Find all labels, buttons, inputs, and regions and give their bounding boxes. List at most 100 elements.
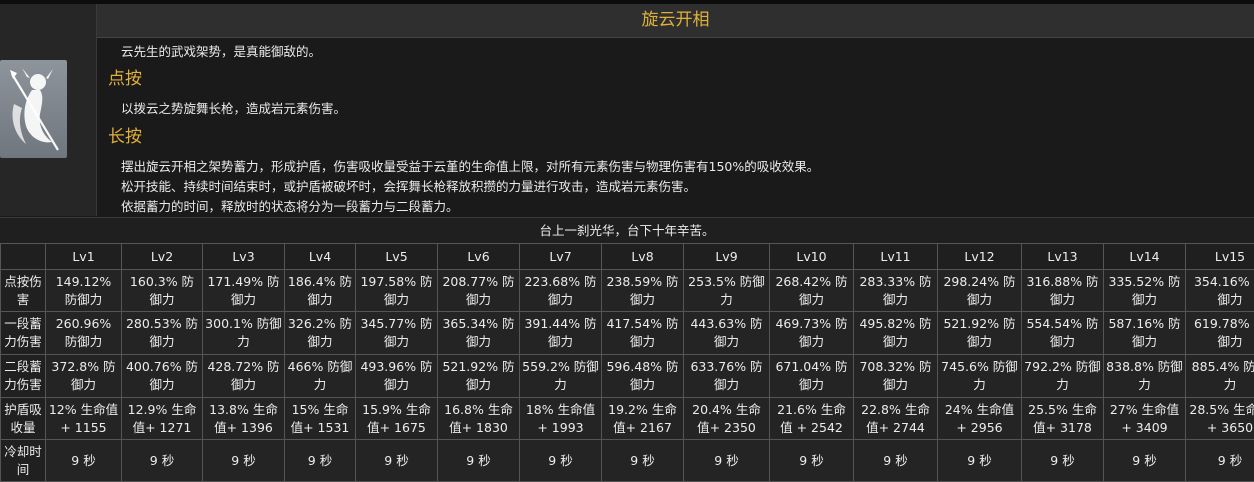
table-row: 点按伤害 149.12% 防御力 160.3% 防御力 171.49% 防御力 186.… xyxy=(0,269,1254,312)
table-cell: 197.58% 防御力 xyxy=(355,269,438,312)
table-cell: 326.2% 防御力 xyxy=(284,311,356,355)
hold-line-2: 松开技能、持续时间结束时，或护盾被破坏时，会挥舞长枪释放积攒的力量进行攻击，造成… xyxy=(121,179,697,194)
table-cell: 260.96% 防御力 xyxy=(45,311,122,355)
table-cell: 16.8% 生命值+ 1830 xyxy=(437,397,520,440)
table-cell: 223.68% 防御力 xyxy=(519,269,602,312)
table-cell: 280.53% 防御力 xyxy=(121,311,203,355)
level-header: Lv2 xyxy=(121,243,203,270)
table-cell: 300.1% 防御力 xyxy=(202,311,285,355)
table-cell: 9 秒 xyxy=(1185,439,1254,482)
table-cell: 9 秒 xyxy=(284,439,356,482)
hold-heading: 长按 xyxy=(108,127,142,147)
skill-intro: 云先生的武戏架势，是真能御敌的。 xyxy=(121,44,322,59)
tap-text: 以拨云之势旋舞长枪，造成岩元素伤害。 xyxy=(121,101,347,116)
level-header: Lv6 xyxy=(437,243,520,270)
table-cell: 354.16% 防御力 xyxy=(1185,269,1254,312)
level-header: Lv14 xyxy=(1103,243,1186,270)
skill-icon-cell xyxy=(0,4,97,216)
table-row: 护盾吸收量 12% 生命值+ 1155 12.9% 生命值+ 1271 13.8% 生… xyxy=(0,397,1254,440)
table-cell: 13.8% 生命值+ 1396 xyxy=(202,397,285,440)
yunjin-spear-icon xyxy=(0,60,67,158)
table-cell: 885.4% 防御力 xyxy=(1185,354,1254,398)
table-cell: 238.59% 防御力 xyxy=(601,269,684,312)
table-cell: 365.34% 防御力 xyxy=(437,311,520,355)
table-cell: 521.92% 防御力 xyxy=(937,311,1022,355)
table-cell: 400.76% 防御力 xyxy=(121,354,203,398)
corner-cell xyxy=(0,243,46,270)
table-cell: 9 秒 xyxy=(202,439,285,482)
table-cell: 9 秒 xyxy=(769,439,854,482)
table-cell: 587.16% 防御力 xyxy=(1103,311,1186,355)
table-cell: 596.48% 防御力 xyxy=(601,354,684,398)
table-cell: 28.5% 生命值 + 3650 xyxy=(1185,397,1254,440)
table-cell: 9 秒 xyxy=(1103,439,1186,482)
table-cell: 391.44% 防御力 xyxy=(519,311,602,355)
table-cell: 9 秒 xyxy=(1021,439,1104,482)
table-cell: 12% 生命值+ 1155 xyxy=(45,397,122,440)
table-cell: 466% 防御力 xyxy=(284,354,356,398)
level-header: Lv10 xyxy=(769,243,854,270)
skill-title: 旋云开相 xyxy=(97,4,1254,38)
table-cell: 469.73% 防御力 xyxy=(769,311,854,355)
table-cell: 345.77% 防御力 xyxy=(355,311,438,355)
table-cell: 12.9% 生命值+ 1271 xyxy=(121,397,203,440)
table-cell: 619.78% 防御力 xyxy=(1185,311,1254,355)
table-cell: 18% 生命值 + 1993 xyxy=(519,397,602,440)
level-header: Lv15 xyxy=(1185,243,1254,270)
level-header-row: Lv1 Lv2 Lv3 Lv4 Lv5 Lv6 Lv7 Lv8 Lv9 Lv10 Lv11 Lv12 L… xyxy=(0,243,1254,270)
table-cell: 9 秒 xyxy=(121,439,203,482)
skill-description: 云先生的武戏架势，是真能御敌的。 点按 以拨云之势旋舞长枪，造成岩元素伤害。 长… xyxy=(97,38,1254,216)
level-header: Lv8 xyxy=(601,243,684,270)
table-cell: 15.9% 生命值+ 1675 xyxy=(355,397,438,440)
table-row: 一段蓄力伤害 260.96% 防御力 280.53% 防御力 300.1% 防御力 32… xyxy=(0,311,1254,355)
table-cell: 9 秒 xyxy=(45,439,122,482)
level-header: Lv9 xyxy=(683,243,770,270)
table-cell: 9 秒 xyxy=(853,439,938,482)
table-cell: 671.04% 防御力 xyxy=(769,354,854,398)
table-cell: 372.8% 防御力 xyxy=(45,354,122,398)
table-cell: 708.32% 防御力 xyxy=(853,354,938,398)
table-cell: 316.88% 防御力 xyxy=(1021,269,1104,312)
table-cell: 20.4% 生命值+ 2350 xyxy=(683,397,770,440)
table-cell: 9 秒 xyxy=(519,439,602,482)
table-cell: 208.77% 防御力 xyxy=(437,269,520,312)
table-row: 二段蓄力伤害 372.8% 防御力 400.76% 防御力 428.72% 防御力 46… xyxy=(0,354,1254,398)
table-cell: 633.76% 防御力 xyxy=(683,354,770,398)
level-header: Lv13 xyxy=(1021,243,1104,270)
level-header: Lv11 xyxy=(853,243,938,270)
table-cell: 160.3% 防御力 xyxy=(121,269,203,312)
level-header: Lv12 xyxy=(937,243,1022,270)
table-cell: 428.72% 防御力 xyxy=(202,354,285,398)
table-cell: 554.54% 防御力 xyxy=(1021,311,1104,355)
table-cell: 21.6% 生命值 + 2542 xyxy=(769,397,854,440)
level-header: Lv1 xyxy=(45,243,122,270)
table-cell: 335.52% 防御力 xyxy=(1103,269,1186,312)
row-label: 点按伤害 xyxy=(0,269,46,312)
level-header: Lv7 xyxy=(519,243,602,270)
table-cell: 745.6% 防御力 xyxy=(937,354,1022,398)
table-cell: 27% 生命值 + 3409 xyxy=(1103,397,1186,440)
table-row: 冷却时间 9 秒9 秒9 秒9 秒9 秒9 秒9 秒9 秒9 秒9 秒9 秒9 秒… xyxy=(0,439,1254,482)
table-cell: 25.5% 生命值+ 3178 xyxy=(1021,397,1104,440)
table-cell: 443.63% 防御力 xyxy=(683,311,770,355)
skill-level-table: Lv1 Lv2 Lv3 Lv4 Lv5 Lv6 Lv7 Lv8 Lv9 Lv10 Lv11 Lv12 L… xyxy=(0,243,1254,482)
table-cell: 298.24% 防御力 xyxy=(937,269,1022,312)
row-label: 二段蓄力伤害 xyxy=(0,354,46,398)
table-cell: 9 秒 xyxy=(437,439,520,482)
table-cell: 521.92% 防御力 xyxy=(437,354,520,398)
table-cell: 792.2% 防御力 xyxy=(1021,354,1104,398)
table-cell: 9 秒 xyxy=(601,439,684,482)
level-header: Lv4 xyxy=(284,243,356,270)
row-label: 一段蓄力伤害 xyxy=(0,311,46,355)
skill-quote: 台上一刹光华，台下十年辛苦。 xyxy=(0,217,1254,244)
table-cell: 171.49% 防御力 xyxy=(202,269,285,312)
table-cell: 417.54% 防御力 xyxy=(601,311,684,355)
hold-line-3: 依据蓄力的时间，释放时的状态将分为一段蓄力与二段蓄力。 xyxy=(121,199,459,214)
table-cell: 838.8% 防御力 xyxy=(1103,354,1186,398)
table-cell: 9 秒 xyxy=(937,439,1022,482)
table-cell: 253.5% 防御力 xyxy=(683,269,770,312)
table-cell: 186.4% 防御力 xyxy=(284,269,356,312)
table-cell: 149.12% 防御力 xyxy=(45,269,122,312)
table-cell: 19.2% 生命值+ 2167 xyxy=(601,397,684,440)
row-label: 冷却时间 xyxy=(0,439,46,482)
